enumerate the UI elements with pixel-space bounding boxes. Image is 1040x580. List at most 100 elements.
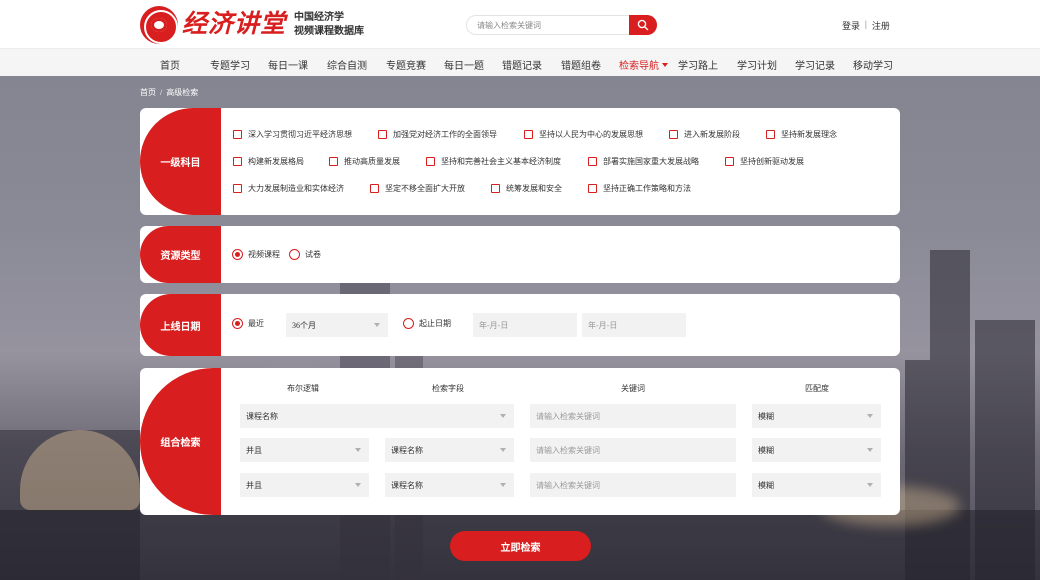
breadcrumb-separator: / [160,88,163,97]
subject-option-label: 构建新发展格局 [248,157,304,166]
checkbox-icon [766,130,775,139]
date-radio-recent[interactable]: 最近 [232,318,264,329]
subject-checkbox[interactable]: 推动高质量发展 [329,156,400,167]
search-button[interactable] [629,15,657,35]
combo-label: 组合检索 [140,368,221,515]
date-radio-range[interactable]: 起止日期 [403,318,451,329]
subject-option-label: 部署实施国家重大发展战略 [603,157,699,166]
checkbox-icon [233,130,242,139]
auth-separator: | [865,19,867,29]
subject-checkbox[interactable]: 坚持创新驱动发展 [725,156,804,167]
logo[interactable]: 经济讲堂 中国经济学 视频课程数据库 [140,6,364,44]
combo-keyword-input[interactable]: 请输入检索关键词 [530,404,736,428]
nav-item-study-records[interactable]: 学习记录 [795,57,835,72]
checkbox-icon [378,130,387,139]
radio-icon [289,249,300,260]
nav-item-daily-lesson[interactable]: 每日一课 [268,57,308,72]
nav-item-topic-study[interactable]: 专题学习 [210,57,250,72]
nav-item-self-test[interactable]: 综合自测 [327,57,367,72]
date-recent-label: 最近 [248,319,264,328]
combo-field-select[interactable]: 课程名称 [240,404,514,428]
chevron-down-icon [500,483,506,487]
subject-checkbox[interactable]: 坚持和完善社会主义基本经济制度 [426,156,561,167]
resource-option-label: 试卷 [305,250,321,259]
end-date-input[interactable]: 年-月-日 [582,313,686,337]
nav-item-learning-path[interactable]: 学习路上 [678,57,718,72]
combo-match-value: 模糊 [758,411,774,421]
search-submit-button[interactable]: 立即检索 [450,531,591,561]
subject-checkbox[interactable]: 进入新发展阶段 [669,129,740,140]
subject-option-label: 大力发展制造业和实体经济 [248,184,344,193]
subject-checkbox[interactable]: 坚持正确工作策略和方法 [588,183,691,194]
brand-subtitle-line1: 中国经济学 [294,12,345,23]
subject-checkbox[interactable]: 构建新发展格局 [233,156,304,167]
resource-options: 视频课程 试卷 [221,226,900,283]
resource-option-label: 视频课程 [248,250,280,259]
chevron-down-icon [374,323,380,327]
breadcrumb-current: 高级检索 [166,88,199,97]
subject-option-label: 统筹发展和安全 [506,184,562,193]
date-range-label: 起止日期 [419,319,451,328]
combo-field-select[interactable]: 课程名称 [385,438,514,462]
subject-option-label: 坚持和完善社会主义基本经济制度 [441,157,561,166]
subject-option-label: 坚持新发展理念 [781,130,837,139]
nav-item-study-plan[interactable]: 学习计划 [737,57,777,72]
checkbox-icon [329,157,338,166]
nav-item-mobile-learning[interactable]: 移动学习 [853,57,893,72]
nav-item-daily-question[interactable]: 每日一题 [444,57,484,72]
brand-subtitle-line2: 视频课程数据库 [294,26,365,37]
checkbox-icon [524,130,533,139]
login-link[interactable]: 登录 [842,19,860,32]
nav-item-home[interactable]: 首页 [160,57,180,72]
combo-keyword-input[interactable]: 请输入检索关键词 [530,438,736,462]
register-link[interactable]: 注册 [872,19,890,32]
combo-bool-select[interactable]: 并且 [240,438,369,462]
checkbox-icon [588,184,597,193]
subject-checkbox[interactable]: 坚持新发展理念 [766,129,837,140]
subject-checkbox[interactable]: 坚定不移全面扩大开放 [370,183,465,194]
subject-checkbox[interactable]: 坚持以人民为中心的发展思想 [524,129,643,140]
chevron-down-icon [867,414,873,418]
combo-match-select[interactable]: 模糊 [752,404,881,428]
search-input[interactable] [477,18,627,32]
nav-item-topic-contest[interactable]: 专题竞赛 [386,57,426,72]
combo-header-field: 检索字段 [432,384,464,393]
breadcrumb-home[interactable]: 首页 [140,88,156,97]
site-header: 经济讲堂 中国经济学 视频课程数据库 登录 | 注册 [0,0,1040,48]
radio-icon [403,318,414,329]
subject-option-label: 深入学习贯彻习近平经济思想 [248,130,352,139]
subject-checkbox[interactable]: 部署实施国家重大发展战略 [588,156,699,167]
subject-checkbox[interactable]: 深入学习贯彻习近平经济思想 [233,129,352,140]
resource-label: 资源类型 [140,226,221,283]
breadcrumb: 首页 / 高级检索 [140,87,202,98]
nav-item-search-nav[interactable]: 检索导航 [619,57,668,72]
combo-match-select[interactable]: 模糊 [752,473,881,497]
subject-checkbox[interactable]: 大力发展制造业和实体经济 [233,183,344,194]
nav-item-wrong-records[interactable]: 错题记录 [502,57,542,72]
resource-radio-video[interactable]: 视频课程 [232,249,280,260]
checkbox-icon [725,157,734,166]
recent-period-select[interactable]: 36个月 [286,313,388,337]
chevron-down-icon [500,414,506,418]
combo-field-value: 课程名称 [391,480,423,490]
subject-option-label: 坚持创新驱动发展 [740,157,804,166]
chevron-down-icon [355,483,361,487]
subject-option-label: 推动高质量发展 [344,157,400,166]
combo-header-keyword: 关键词 [621,384,645,393]
subject-checkbox[interactable]: 加强党对经济工作的全面领导 [378,129,497,140]
combo-field-value: 课程名称 [246,411,278,421]
resource-radio-paper[interactable]: 试卷 [289,249,321,260]
combo-keyword-input[interactable]: 请输入检索关键词 [530,473,736,497]
start-date-input[interactable]: 年-月-日 [473,313,577,337]
checkbox-icon [233,184,242,193]
combo-bool-select[interactable]: 并且 [240,473,369,497]
subject-option-label: 坚持以人民为中心的发展思想 [539,130,643,139]
combo-match-select[interactable]: 模糊 [752,438,881,462]
brand-subtitle: 中国经济学 视频课程数据库 [294,11,364,39]
subject-option-label: 坚定不移全面扩大开放 [385,184,465,193]
combo-field-select[interactable]: 课程名称 [385,473,514,497]
subject-option-label: 加强党对经济工作的全面领导 [393,130,497,139]
nav-item-wrong-paper[interactable]: 错题组卷 [561,57,601,72]
subject-checkbox[interactable]: 统筹发展和安全 [491,183,562,194]
date-options: 最近 36个月 起止日期 年-月-日 年-月-日 [221,294,900,356]
